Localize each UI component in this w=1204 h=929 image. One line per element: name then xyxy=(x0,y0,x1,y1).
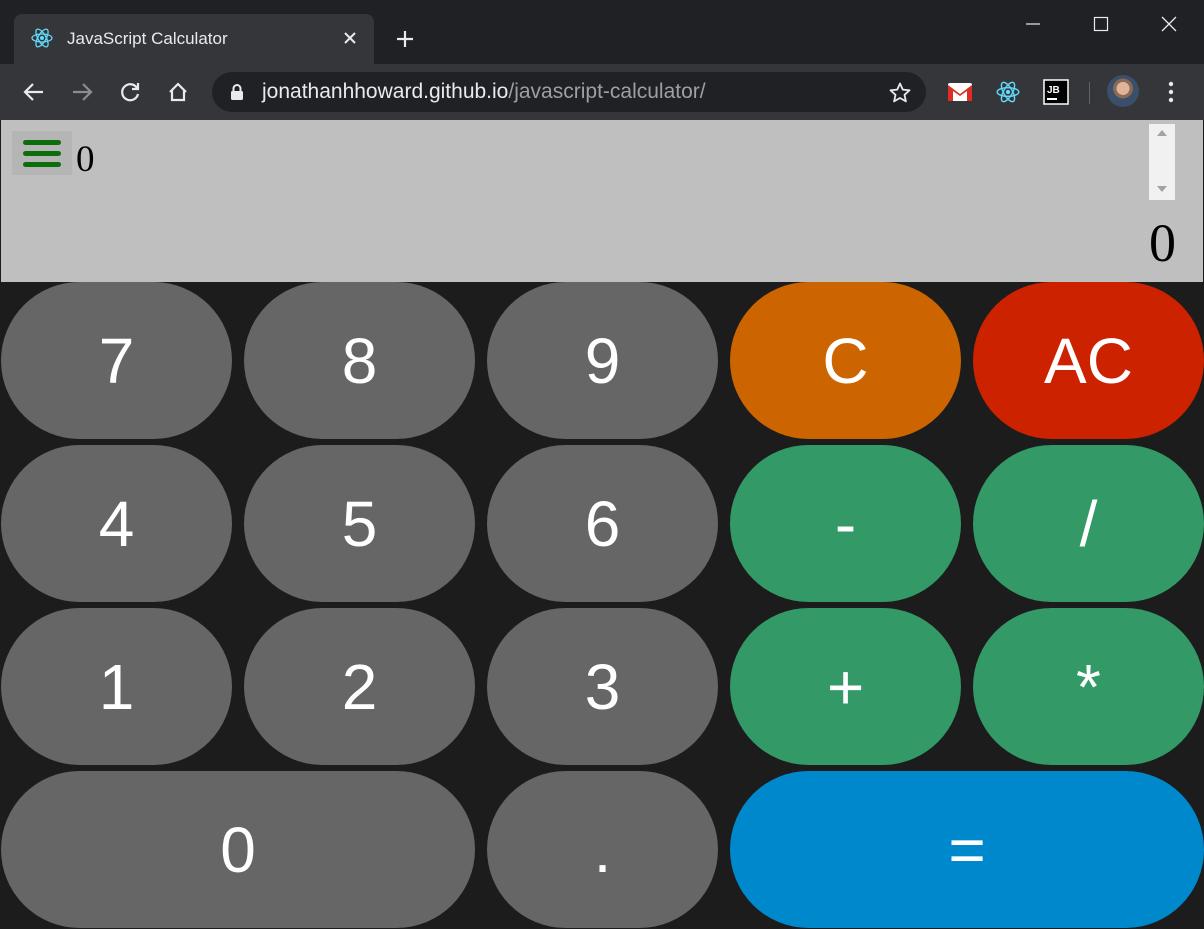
react-devtools-icon[interactable] xyxy=(993,77,1023,107)
menu-line xyxy=(23,150,61,156)
key-6[interactable]: 6 xyxy=(487,445,718,602)
star-icon[interactable] xyxy=(888,81,912,105)
add-button[interactable]: + xyxy=(730,608,961,765)
kebab-menu-icon[interactable] xyxy=(1156,77,1186,107)
key-9[interactable]: 9 xyxy=(487,282,718,439)
all-clear-button[interactable]: AC xyxy=(973,282,1204,439)
toolbar-divider xyxy=(1089,82,1090,104)
close-icon[interactable] xyxy=(338,26,362,50)
result-display: 0 xyxy=(1149,213,1176,273)
lock-icon[interactable] xyxy=(228,83,246,101)
decimal-button[interactable]: . xyxy=(487,771,718,928)
svg-text:JB: JB xyxy=(1047,85,1060,96)
key-0[interactable]: 0 xyxy=(1,771,475,928)
subtract-button[interactable]: - xyxy=(730,445,961,602)
history-scrollbar[interactable] xyxy=(1149,124,1175,200)
key-3[interactable]: 3 xyxy=(487,608,718,765)
calculator-display: 0 0 xyxy=(1,120,1203,282)
url-host: jonathanhhoward.github.io xyxy=(262,80,509,103)
key-7[interactable]: 7 xyxy=(1,282,232,439)
minimize-icon[interactable] xyxy=(1016,10,1050,38)
arrow-left-icon[interactable] xyxy=(20,78,48,106)
key-2[interactable]: 2 xyxy=(244,608,475,765)
title-bar: JavaScript Calculator xyxy=(0,0,1204,64)
divide-button[interactable]: / xyxy=(973,445,1204,602)
key-5[interactable]: 5 xyxy=(244,445,475,602)
history-display: 0 xyxy=(76,139,95,180)
clear-button[interactable]: C xyxy=(730,282,961,439)
close-window-icon[interactable] xyxy=(1152,10,1186,38)
reload-icon[interactable] xyxy=(116,78,144,106)
multiply-button[interactable]: * xyxy=(973,608,1204,765)
url-text: jonathanhhoward.github.io/javascript-cal… xyxy=(262,80,706,104)
home-icon[interactable] xyxy=(164,78,192,106)
hamburger-menu-icon[interactable] xyxy=(12,131,72,175)
arrow-right-icon[interactable] xyxy=(68,78,96,106)
scroll-up-icon[interactable] xyxy=(1157,130,1167,136)
jetbrains-icon[interactable]: JB xyxy=(1041,77,1071,107)
browser-tab[interactable]: JavaScript Calculator xyxy=(14,14,374,64)
menu-line xyxy=(23,139,61,145)
react-icon xyxy=(30,26,54,50)
browser-window: JavaScript Calculator jonathanhhoward.gi… xyxy=(0,0,1204,929)
maximize-icon[interactable] xyxy=(1084,10,1118,38)
tab-title: JavaScript Calculator xyxy=(67,29,228,48)
key-8[interactable]: 8 xyxy=(244,282,475,439)
browser-toolbar: jonathanhhoward.github.io/javascript-cal… xyxy=(0,64,1204,120)
scroll-down-icon[interactable] xyxy=(1157,186,1167,192)
avatar[interactable] xyxy=(1107,75,1139,107)
gmail-icon[interactable] xyxy=(945,77,975,107)
plus-icon[interactable] xyxy=(392,26,418,52)
equals-button[interactable]: = xyxy=(730,771,1204,928)
url-path: /javascript-calculator/ xyxy=(508,80,706,103)
key-1[interactable]: 1 xyxy=(1,608,232,765)
key-4[interactable]: 4 xyxy=(1,445,232,602)
menu-line xyxy=(23,161,61,167)
address-bar[interactable]: jonathanhhoward.github.io/javascript-cal… xyxy=(212,72,926,112)
